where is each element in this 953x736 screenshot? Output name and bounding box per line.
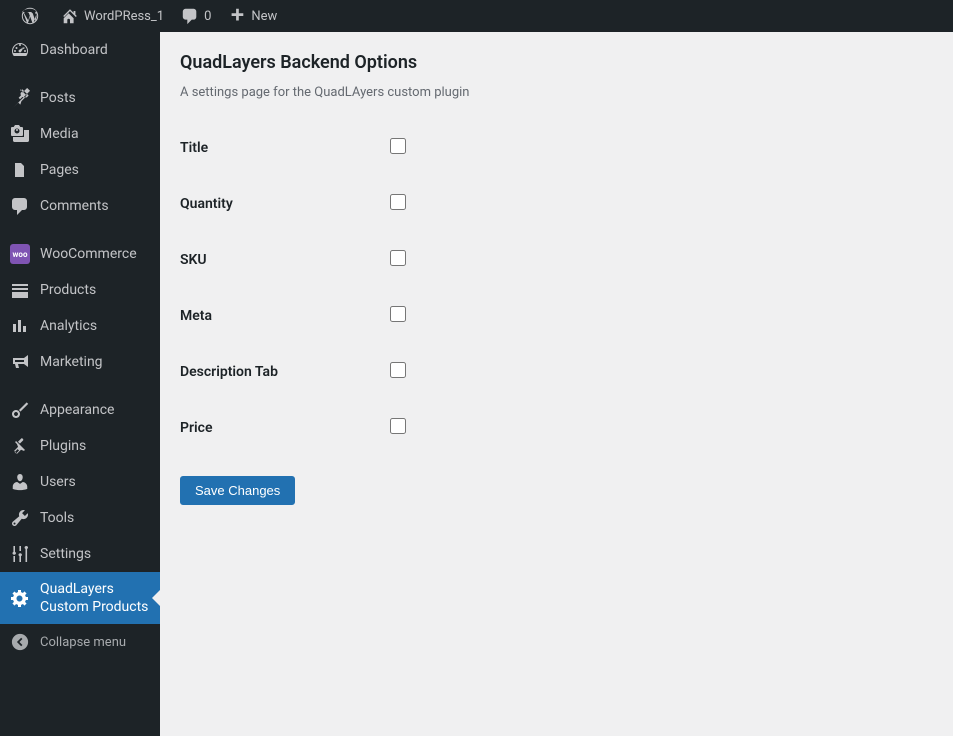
sidebar-item-media[interactable]: Media: [0, 116, 160, 152]
field-label-sku: SKU: [180, 232, 380, 288]
new-content-button[interactable]: New: [219, 0, 285, 32]
admin-bar: WordPRess_1 0 New: [0, 0, 953, 32]
field-label-description-tab: Description Tab: [180, 344, 380, 400]
checkbox-sku[interactable]: [390, 250, 406, 266]
sidebar-item-label: Products: [40, 281, 150, 299]
sidebar-item-appearance[interactable]: Appearance: [0, 392, 160, 428]
collapse-icon: [10, 632, 30, 652]
sidebar-item-label: Analytics: [40, 317, 150, 335]
menu-separator: [0, 380, 160, 392]
user-icon: [10, 472, 30, 492]
sidebar-item-label: Tools: [40, 509, 150, 527]
dashboard-icon: [10, 40, 30, 60]
comment-icon: [180, 6, 200, 26]
field-label-quantity: Quantity: [180, 176, 380, 232]
plug-icon: [10, 436, 30, 456]
save-changes-button[interactable]: Save Changes: [180, 476, 295, 505]
sidebar-item-posts[interactable]: Posts: [0, 80, 160, 116]
sidebar-item-users[interactable]: Users: [0, 464, 160, 500]
sidebar-item-label: Appearance: [40, 401, 150, 419]
pin-icon: [10, 88, 30, 108]
sidebar-item-dashboard[interactable]: Dashboard: [0, 32, 160, 68]
sidebar-item-pages[interactable]: Pages: [0, 152, 160, 188]
woo-icon: woo: [10, 244, 30, 264]
sidebar-item-label: Plugins: [40, 437, 150, 455]
menu-separator: [0, 224, 160, 236]
comments-button[interactable]: 0: [172, 0, 219, 32]
site-name-label: WordPRess_1: [84, 9, 164, 24]
new-label: New: [251, 9, 277, 24]
analytics-icon: [10, 316, 30, 336]
plus-icon: [227, 6, 247, 26]
sidebar-item-label: WooCommerce: [40, 245, 150, 263]
sidebar-item-label: Dashboard: [40, 41, 150, 59]
checkbox-description-tab[interactable]: [390, 362, 406, 378]
sidebar-item-label: Marketing: [40, 353, 150, 371]
media-icon: [10, 124, 30, 144]
field-label-title: Title: [180, 120, 380, 176]
checkbox-meta[interactable]: [390, 306, 406, 322]
sidebar-item-label: Pages: [40, 161, 150, 179]
sidebar-item-settings[interactable]: Settings: [0, 536, 160, 572]
admin-sidebar: Dashboard Posts Media Pages Comments woo…: [0, 32, 160, 736]
checkbox-quantity[interactable]: [390, 194, 406, 210]
sidebar-item-label: Posts: [40, 89, 150, 107]
main-content: QuadLayers Backend Options A settings pa…: [160, 32, 953, 736]
checkbox-price[interactable]: [390, 418, 406, 434]
sidebar-item-label: Media: [40, 125, 150, 143]
sidebar-item-plugins[interactable]: Plugins: [0, 428, 160, 464]
wordpress-logo-icon: [20, 6, 40, 26]
site-home-button[interactable]: WordPRess_1: [52, 0, 172, 32]
page-description: A settings page for the QuadLAyers custo…: [180, 85, 933, 100]
settings-form-table: Title Quantity SKU Meta Description Tab …: [180, 120, 933, 456]
sidebar-item-marketing[interactable]: Marketing: [0, 344, 160, 380]
sidebar-item-comments[interactable]: Comments: [0, 188, 160, 224]
sidebar-item-products[interactable]: Products: [0, 272, 160, 308]
products-icon: [10, 280, 30, 300]
sidebar-item-woocommerce[interactable]: woo WooCommerce: [0, 236, 160, 272]
field-label-price: Price: [180, 400, 380, 456]
collapse-menu-button[interactable]: Collapse menu: [0, 624, 160, 660]
sidebar-item-label: QuadLayers Custom Products: [40, 580, 150, 616]
comments-count-label: 0: [204, 9, 211, 24]
page-title: QuadLayers Backend Options: [180, 52, 933, 73]
checkbox-title[interactable]: [390, 138, 406, 154]
sidebar-item-label: Comments: [40, 197, 150, 215]
sidebar-item-label: Users: [40, 473, 150, 491]
page-icon: [10, 160, 30, 180]
megaphone-icon: [10, 352, 30, 372]
brush-icon: [10, 400, 30, 420]
sliders-icon: [10, 544, 30, 564]
sidebar-item-analytics[interactable]: Analytics: [0, 308, 160, 344]
menu-separator: [0, 68, 160, 80]
field-label-meta: Meta: [180, 288, 380, 344]
collapse-menu-label: Collapse menu: [40, 635, 126, 650]
wp-logo-button[interactable]: [12, 0, 52, 32]
sidebar-item-quadlayers[interactable]: QuadLayers Custom Products: [0, 572, 160, 624]
wrench-icon: [10, 508, 30, 528]
sidebar-item-label: Settings: [40, 545, 150, 563]
comment-icon: [10, 196, 30, 216]
gear-icon: [10, 588, 30, 608]
home-icon: [60, 6, 80, 26]
sidebar-item-tools[interactable]: Tools: [0, 500, 160, 536]
